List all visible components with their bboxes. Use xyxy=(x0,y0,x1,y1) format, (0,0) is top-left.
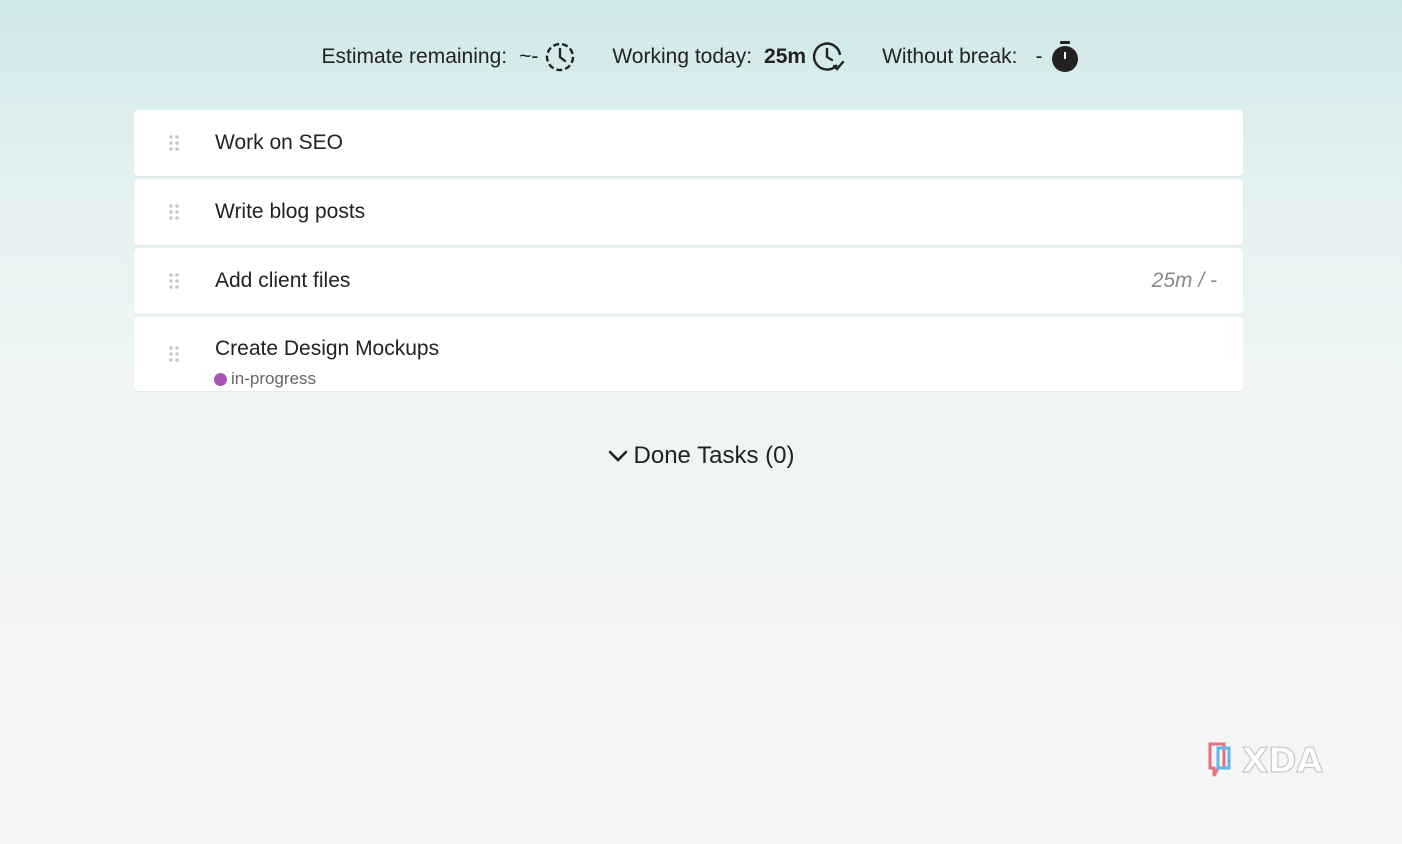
xda-logo-text: XDA xyxy=(1242,741,1323,781)
estimate-remaining: Estimate remaining: ~- xyxy=(322,41,577,73)
working-today-label: Working today: xyxy=(612,45,753,68)
task-item[interactable]: Write blog posts xyxy=(134,179,1243,245)
stats-bar: Estimate remaining: ~- Working today: 25… xyxy=(0,40,1402,74)
chevron-down-icon xyxy=(608,450,627,462)
drag-handle-icon[interactable] xyxy=(168,272,180,290)
tag-color-dot xyxy=(214,372,227,386)
drag-handle-icon[interactable] xyxy=(168,345,180,363)
drag-handle-icon[interactable] xyxy=(168,134,180,152)
done-tasks-label: Done Tasks (0) xyxy=(633,442,795,469)
working-today: Working today: 25m xyxy=(612,41,846,73)
tag-label: in-progress xyxy=(231,369,317,388)
task-time-estimate: 25m / - xyxy=(1151,269,1217,292)
without-break-value: - xyxy=(1035,45,1043,68)
drag-handle-icon[interactable] xyxy=(168,203,180,221)
task-tag[interactable]: in-progress xyxy=(214,369,316,389)
task-item[interactable]: Add client files 25m / - xyxy=(134,248,1243,314)
clock-dashed-icon xyxy=(546,42,575,72)
stopwatch-icon xyxy=(1052,41,1079,72)
task-title[interactable]: Write blog posts xyxy=(215,200,365,224)
estimate-remaining-value: ~- xyxy=(519,45,539,68)
xda-logo: XDA xyxy=(1208,740,1324,782)
without-break: Without break: - xyxy=(882,40,1080,74)
task-item[interactable]: Work on SEO xyxy=(134,110,1243,176)
task-title[interactable]: Add client files xyxy=(215,269,350,293)
task-title[interactable]: Create Design Mockups xyxy=(215,337,439,361)
task-item[interactable]: Create Design Mockups in-progress xyxy=(134,317,1243,391)
done-tasks-toggle[interactable]: Done Tasks (0) xyxy=(0,442,1402,470)
without-break-label: Without break: xyxy=(882,45,1018,68)
working-today-value: 25m xyxy=(764,45,807,68)
task-list: Work on SEO Write blog posts Add client … xyxy=(134,110,1243,394)
clock-check-icon xyxy=(813,42,845,71)
estimate-remaining-label: Estimate remaining: xyxy=(321,45,508,68)
task-title[interactable]: Work on SEO xyxy=(215,131,343,155)
